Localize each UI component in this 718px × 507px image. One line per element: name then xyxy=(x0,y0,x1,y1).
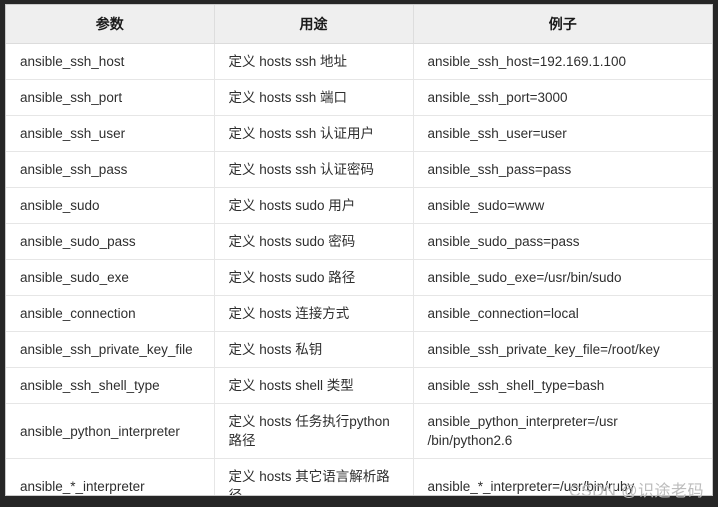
cell-usage: 定义 hosts 私钥 xyxy=(214,331,414,368)
table-row: ansible_sudo_exe 定义 hosts sudo 路径 ansible_… xyxy=(6,259,712,296)
cell-usage: 定义 hosts 任务执行python 路径 xyxy=(214,403,414,459)
cell-param: ansible_*_interpreter xyxy=(6,458,215,495)
table-row: ansible_sudo 定义 hosts sudo 用户 ansible_sudo… xyxy=(6,187,712,224)
cell-text-line: ansible_ssh_pass=pass xyxy=(427,162,572,177)
table-header: 参数 用途 例子 xyxy=(6,5,712,44)
cell-usage: 定义 hosts 其它语言解析路径 xyxy=(214,458,414,496)
column-header-sample: 例子 xyxy=(413,5,712,44)
cell-param: ansible_ssh_host xyxy=(6,43,215,80)
table-row: ansible_python_interpreter 定义 hosts 任务执行p… xyxy=(6,403,712,459)
cell-sample: ansible_python_interpreter=/usr/bin/pyth… xyxy=(413,403,712,459)
cell-text-line: ansible_ssh_port=3000 xyxy=(427,90,568,105)
cell-param: ansible_ssh_pass xyxy=(6,151,215,188)
cell-text-line: ansible_python_interpreter=/usr xyxy=(427,414,618,429)
cell-text-line: 定义 hosts sudo 密码 xyxy=(228,234,356,249)
cell-sample: ansible_ssh_user=user xyxy=(413,115,712,152)
cell-text-line: ansible_ssh_shell_type=bash xyxy=(427,378,605,393)
ansible-host-variables-table: 参数 用途 例子 ansible_ssh_host 定义 hosts ssh 地址… xyxy=(6,5,712,496)
table-sheet: 参数 用途 例子 ansible_ssh_host 定义 hosts ssh 地址… xyxy=(5,4,713,496)
cell-param: ansible_ssh_user xyxy=(6,115,215,152)
cell-text-line: ansible_ssh_private_key_file=/root/key xyxy=(427,342,660,357)
cell-usage: 定义 hosts ssh 认证用户 xyxy=(214,115,414,152)
table-row: ansible_ssh_private_key_file 定义 hosts 私钥 a… xyxy=(6,331,712,368)
cell-param: ansible_ssh_shell_type xyxy=(6,367,215,404)
cell-usage: 定义 hosts ssh 端口 xyxy=(214,79,414,116)
cell-usage: 定义 hosts sudo 路径 xyxy=(214,259,414,296)
cell-sample: ansible_connection=local xyxy=(413,295,712,332)
cell-usage: 定义 hosts ssh 认证密码 xyxy=(214,151,414,188)
cell-text-line: 路径 xyxy=(228,433,256,448)
cell-usage: 定义 hosts sudo 用户 xyxy=(214,187,414,224)
cell-text-line: ansible_sudo_exe=/usr/bin/sudo xyxy=(427,270,622,285)
cell-sample: ansible_ssh_host=192.169.1.100 xyxy=(413,44,712,80)
cell-text-line: 定义 hosts ssh 地址 xyxy=(228,54,348,69)
cell-text-line: 定义 hosts ssh 端口 xyxy=(228,90,348,105)
table-row: ansible_ssh_user 定义 hosts ssh 认证用户 ansible… xyxy=(6,115,712,152)
cell-text-line: 径 xyxy=(228,488,243,496)
table-row: ansible_ssh_pass 定义 hosts ssh 认证密码 ansible… xyxy=(6,151,712,188)
cell-param: ansible_ssh_private_key_file xyxy=(6,331,215,368)
cell-sample: ansible_sudo_exe=/usr/bin/sudo xyxy=(413,259,712,296)
cell-text-line: /bin/python2.6 xyxy=(427,433,513,448)
cell-param: ansible_connection xyxy=(6,295,215,332)
cell-text-line: 定义 hosts sudo 路径 xyxy=(228,270,356,285)
cell-text-line: 定义 hosts ssh 认证密码 xyxy=(228,162,375,177)
table-row: ansible_ssh_host 定义 hosts ssh 地址 ansible_s… xyxy=(6,43,712,80)
table-body: ansible_ssh_host 定义 hosts ssh 地址 ansible_s… xyxy=(6,43,712,496)
cell-text-line: ansible_sudo_pass=pass xyxy=(427,234,580,249)
cell-text-line: 定义 hosts sudo 用户 xyxy=(228,198,356,213)
cell-param: ansible_sudo_exe xyxy=(6,259,215,296)
cell-usage: 定义 hosts shell 类型 xyxy=(214,367,414,404)
cell-usage: 定义 hosts 连接方式 xyxy=(214,295,414,332)
cell-sample: ansible_sudo=www xyxy=(413,187,712,224)
cell-param: ansible_python_interpreter xyxy=(6,403,215,459)
cell-text-line: ansible_*_interpreter=/usr/bin/ruby xyxy=(427,478,635,494)
cell-sample: ansible_ssh_shell_type=bash xyxy=(413,367,712,404)
cell-param: ansible_ssh_port xyxy=(6,79,215,116)
cell-sample: ansible_*_interpreter=/usr/bin/ruby xyxy=(413,458,712,495)
cell-text-line: 定义 hosts 私钥 xyxy=(228,342,323,357)
cell-sample: ansible_ssh_private_key_file=/root/key xyxy=(413,331,712,368)
cell-text-line: 定义 hosts shell 类型 xyxy=(228,378,354,393)
cell-usage: 定义 hosts sudo 密码 xyxy=(214,223,414,260)
table-row: ansible_sudo_pass 定义 hosts sudo 密码 ansible… xyxy=(6,223,712,260)
cell-text-line: 定义 hosts 连接方式 xyxy=(228,306,350,321)
cell-param: ansible_sudo_pass xyxy=(6,223,215,260)
column-header-usage: 用途 xyxy=(214,5,414,44)
cell-text-line: 定义 hosts 任务执行python xyxy=(228,414,390,429)
cell-param: ansible_sudo xyxy=(6,187,215,224)
cell-text-line: ansible_sudo=www xyxy=(427,198,545,213)
table-row: ansible_ssh_port 定义 hosts ssh 端口 ansible_s… xyxy=(6,79,712,116)
cell-text-line: ansible_connection=local xyxy=(427,306,579,321)
table-header-row: 参数 用途 例子 xyxy=(6,5,712,44)
table-row: ansible_connection 定义 hosts 连接方式 ansible_c… xyxy=(6,295,712,332)
column-header-param: 参数 xyxy=(6,5,215,44)
cell-text-line: 定义 hosts 其它语言解析路 xyxy=(228,469,390,484)
cell-usage: 定义 hosts ssh 地址 xyxy=(214,43,414,80)
table-row: ansible_*_interpreter 定义 hosts 其它语言解析路径 an… xyxy=(6,458,712,496)
cell-sample: ansible_ssh_port=3000 xyxy=(413,79,712,116)
cell-sample: ansible_ssh_pass=pass xyxy=(413,151,712,188)
page-frame: 参数 用途 例子 ansible_ssh_host 定义 hosts ssh 地址… xyxy=(0,0,718,507)
table-row: ansible_ssh_shell_type 定义 hosts shell 类型 a… xyxy=(6,367,712,404)
cell-sample: ansible_sudo_pass=pass xyxy=(413,223,712,260)
cell-text-line: ansible_ssh_host=192.169.1.100 xyxy=(427,54,627,69)
cell-text-line: 定义 hosts ssh 认证用户 xyxy=(228,126,375,141)
cell-text-line: ansible_ssh_user=user xyxy=(427,126,567,141)
